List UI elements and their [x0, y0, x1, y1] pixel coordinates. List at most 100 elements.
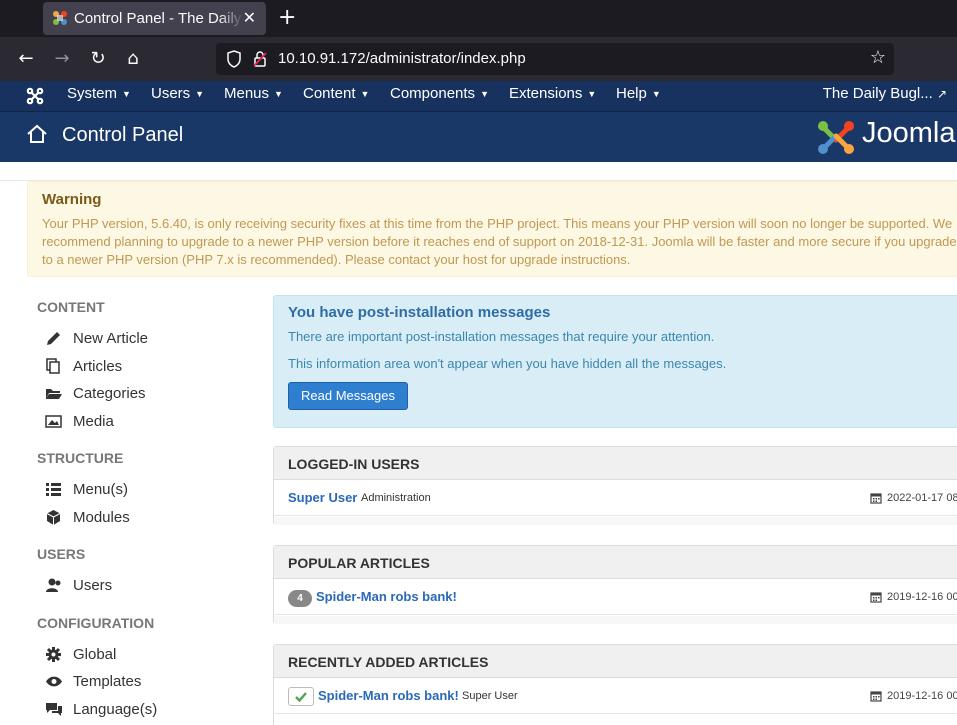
calendar-icon [870, 691, 882, 702]
reload-icon[interactable]: ↻ [86, 47, 110, 71]
user-link[interactable]: Super User [288, 490, 357, 505]
joomla-menu-logo-icon[interactable] [26, 87, 44, 105]
list-item: 4 Spider-Man robs bank! 2019-12-16 00: [274, 580, 957, 615]
back-icon[interactable]: ← [14, 47, 38, 71]
chevron-down-icon: ▼ [360, 89, 370, 100]
sidebar-item-label: Categories [73, 385, 146, 402]
home-icon [27, 124, 47, 143]
logged-in-users-panel: LOGGED-IN USERS Super User Administratio… [273, 446, 957, 525]
postinstall-alert: You have post-installation messages Ther… [273, 295, 957, 428]
calendar-icon [870, 493, 882, 504]
forward-icon[interactable]: → [50, 47, 74, 71]
sidebar-item-label: Menu(s) [73, 481, 129, 498]
checkmark-icon [295, 692, 307, 703]
users-icon [46, 578, 61, 592]
menu-system[interactable]: System ▼ [67, 85, 131, 102]
page-header: Control Panel Joomla! [0, 112, 957, 162]
cube-icon [46, 510, 61, 525]
calendar-icon [870, 592, 882, 603]
panel-footer [274, 517, 957, 525]
bookmark-star-icon[interactable]: ☆ [870, 47, 886, 68]
browser-tab[interactable]: Control Panel - The Daily Bugle ✕ [43, 2, 266, 35]
published-toggle[interactable] [288, 687, 314, 706]
sidebar-configuration-heading: CONFIGURATION [37, 615, 155, 631]
sidebar-item-label: Language(s) [73, 701, 158, 718]
brand-text: Joomla! [862, 117, 957, 149]
menu-help[interactable]: Help ▼ [616, 85, 661, 102]
sidebar-item-label: Media [73, 413, 114, 430]
page-title: Control Panel [62, 124, 184, 146]
popular-articles-panel: POPULAR ARTICLES 4 Spider-Man robs bank!… [273, 545, 957, 624]
panel-header: LOGGED-IN USERS [274, 447, 957, 480]
shield-icon [227, 50, 241, 68]
insecure-lock-icon [253, 51, 267, 67]
read-messages-button[interactable]: Read Messages [288, 382, 408, 410]
article-author: Super User [462, 690, 518, 702]
article-link[interactable]: Spider-Man robs bank! [318, 688, 459, 703]
menu-extensions-label: Extensions [509, 85, 583, 102]
article-date: 2019-12-16 00: [887, 591, 957, 603]
postinstall-line-1: There are important post-installation me… [288, 329, 715, 344]
url-text: 10.10.91.172/administrator/index.php [278, 50, 526, 67]
panel-title: LOGGED-IN USERS [288, 456, 420, 472]
menu-help-label: Help [616, 85, 647, 102]
postinstall-line-2: This information area won't appear when … [288, 356, 727, 371]
recent-articles-panel: RECENTLY ADDED ARTICLES Spider-Man robs … [273, 644, 957, 725]
browser-nav-bar: ← → ↻ ⌂ 10.10.91.172/administrator/index… [0, 37, 957, 81]
menu-content[interactable]: Content ▼ [303, 85, 369, 102]
browser-tab-bar: Control Panel - The Daily Bugle ✕ + [0, 0, 957, 37]
warning-title: Warning [42, 191, 102, 208]
menu-users-label: Users [151, 85, 191, 102]
joomla-logo-icon [818, 121, 854, 154]
menu-system-label: System [67, 85, 118, 102]
list-item: Spider-Man robs bank! Super User 2019-12… [274, 679, 957, 714]
new-tab-icon[interactable]: + [278, 5, 296, 30]
menu-menus[interactable]: Menus ▼ [224, 85, 283, 102]
panel-header: RECENTLY ADDED ARTICLES [274, 645, 957, 678]
sidebar-content-heading: CONTENT [37, 299, 105, 315]
php-warning-alert: Warning Your PHP version, 5.6.40, is onl… [27, 181, 957, 277]
hits-badge: 4 [288, 590, 312, 607]
sidebar-item-label: Articles [73, 358, 123, 375]
gear-icon [46, 647, 61, 662]
external-link-icon: ↗ [936, 87, 947, 101]
sidebar-item-label: Templates [73, 673, 142, 690]
chevron-down-icon: ▼ [122, 89, 131, 100]
stack-icon [46, 358, 60, 374]
list-icon [46, 483, 61, 496]
site-link-label: The Daily Bugl... [822, 85, 933, 102]
menu-content-label: Content [303, 85, 356, 102]
sidebar-item-label: Global [73, 646, 117, 663]
site-link[interactable]: The Daily Bugl... ↗ [823, 85, 947, 102]
chevron-down-icon: ▼ [651, 89, 661, 100]
chevron-down-icon: ▼ [274, 89, 283, 100]
menu-components[interactable]: Components ▼ [390, 85, 489, 102]
list-item: Super User Administration 2022-01-17 08: [274, 481, 957, 516]
chevron-down-icon: ▼ [480, 89, 489, 100]
user-client: Administration [361, 492, 431, 504]
menu-extensions[interactable]: Extensions ▼ [509, 85, 596, 102]
admin-menu-bar: System ▼ Users ▼ Menus ▼ Content ▼ Component… [0, 81, 957, 112]
subhead-strip [0, 162, 957, 181]
eye-icon [46, 676, 62, 687]
panel-title: RECENTLY ADDED ARTICLES [288, 654, 489, 670]
close-tab-icon[interactable]: ✕ [243, 8, 256, 27]
article-link[interactable]: Spider-Man robs bank! [316, 589, 457, 604]
panel-title: POPULAR ARTICLES [288, 555, 430, 571]
warning-text: Your PHP version, 5.6.40, is only receiv… [42, 216, 957, 267]
postinstall-title: You have post-installation messages [288, 304, 551, 321]
article-date: 2019-12-16 00: [887, 690, 957, 702]
panel-footer [274, 616, 957, 624]
chevron-down-icon: ▼ [587, 89, 597, 100]
url-bar[interactable]: 10.10.91.172/administrator/index.php ☆ [216, 43, 894, 75]
sidebar-item-label: New Article [73, 330, 149, 347]
menu-components-label: Components [390, 85, 476, 102]
image-icon [45, 415, 62, 428]
sidebar-users-heading: USERS [37, 546, 86, 562]
chevron-down-icon: ▼ [195, 89, 205, 100]
menu-users[interactable]: Users ▼ [151, 85, 204, 102]
login-date: 2022-01-17 08: [887, 492, 957, 504]
home-icon[interactable]: ⌂ [121, 47, 145, 71]
sidebar-structure-heading: STRUCTURE [37, 450, 124, 466]
sidebar-item-label: Users [73, 577, 113, 594]
